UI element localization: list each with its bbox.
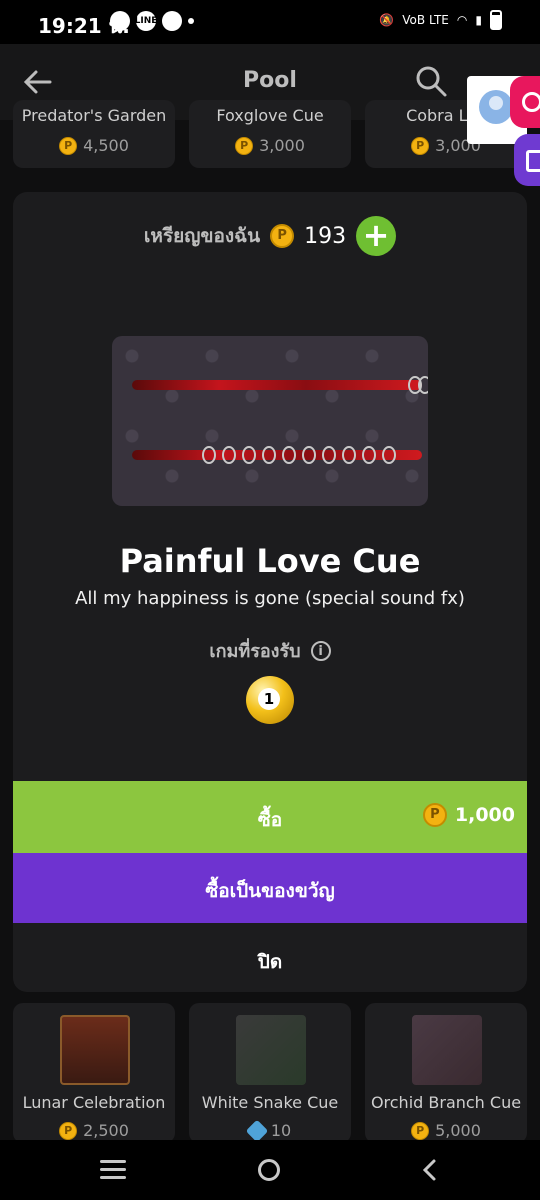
item-title: Painful Love Cue <box>119 542 421 580</box>
buy-price: P 1,000 <box>422 803 515 827</box>
cue-ring <box>322 446 336 464</box>
signal-icon: ▮ <box>475 13 482 27</box>
shop-item-card[interactable]: Orchid Branch Cue P 5,000 <box>365 1003 527 1143</box>
wifi-icon: ◠ <box>456 13 468 27</box>
shop-item-name: Lunar Celebration <box>22 1093 166 1112</box>
buy-as-gift-button[interactable]: ซื้อเป็นของขวัญ <box>13 853 527 923</box>
add-coins-button[interactable]: + <box>356 216 397 256</box>
mute-icon: 🔕 <box>379 13 395 27</box>
cue-ring <box>282 446 296 464</box>
line-icon: LINE <box>135 11 157 31</box>
buy-price-value: 1,000 <box>454 804 515 826</box>
shop-item-name: Foxglove Cue <box>216 106 324 125</box>
item-description: All my happiness is gone (special sound … <box>75 588 465 609</box>
floating-add-button[interactable] <box>510 76 540 128</box>
cue-shaft-top <box>132 380 422 390</box>
buy-button[interactable]: ซื้อ P 1,000 <box>13 781 527 853</box>
supported-games-row: เกมที่รองรับ i <box>13 636 527 665</box>
my-coins-label: เหรียญของฉัน <box>143 225 261 247</box>
cue-ring <box>362 446 376 464</box>
home-icon[interactable] <box>258 1159 280 1181</box>
system-indicators: 🔕 VoB LTE ◠ ▮ <box>379 10 502 30</box>
item-thumbnail <box>60 1015 130 1085</box>
shop-item-name: Predator's Garden <box>21 106 167 125</box>
supported-games-label: เกมที่รองรับ <box>209 641 301 662</box>
floating-chat-button[interactable] <box>514 134 540 186</box>
system-nav-bar <box>0 1140 540 1200</box>
buy-as-gift-label: ซื้อเป็นของขวัญ <box>205 880 335 902</box>
my-coins-row: เหรียญของฉัน P 193 + <box>13 216 527 256</box>
coin-icon: P <box>411 1121 430 1140</box>
battery-icon <box>490 10 502 30</box>
coin-icon: P <box>59 1121 78 1140</box>
item-thumbnail <box>236 1015 306 1085</box>
pool-ball-icon <box>246 676 294 724</box>
cue-ring <box>202 446 216 464</box>
avatar <box>479 90 513 124</box>
gem-icon <box>245 1119 269 1142</box>
notification-icons: LINE <box>110 11 194 31</box>
cue-ring <box>262 446 276 464</box>
coin-icon: P <box>411 136 430 155</box>
shop-item-price: 10 <box>189 1119 351 1142</box>
shop-item-price: P 4,500 <box>13 136 175 155</box>
close-button-label: ปิด <box>257 951 283 973</box>
shop-item-price: P 2,500 <box>13 1121 175 1140</box>
info-icon[interactable]: i <box>310 640 331 661</box>
cue-ring <box>242 446 256 464</box>
shop-item-name: White Snake Cue <box>201 1093 339 1112</box>
cue-ring <box>302 446 316 464</box>
shop-item-price: P 5,000 <box>365 1121 527 1140</box>
shop-item-card[interactable]: Foxglove Cue P 3,000 <box>189 100 351 168</box>
coin-icon: P <box>235 136 254 155</box>
cue-ring <box>382 446 396 464</box>
shop-item-price: P 3,000 <box>189 136 351 155</box>
shop-item-card[interactable]: Lunar Celebration P 2,500 <box>13 1003 175 1143</box>
status-bar: 19:21 น. LINE 🔕 VoB LTE ◠ ▮ <box>0 0 540 44</box>
item-thumbnail <box>412 1015 482 1085</box>
coin-icon: P <box>59 136 78 155</box>
coin-icon: P <box>422 803 447 827</box>
item-preview-image <box>112 336 428 506</box>
shop-item-card[interactable]: Predator's Garden P 4,500 <box>13 100 175 168</box>
message-icon <box>110 11 130 31</box>
shop-item-name: Orchid Branch Cue <box>370 1093 522 1112</box>
close-button[interactable]: ปิด <box>13 923 527 992</box>
page-title: Pool <box>243 68 297 93</box>
my-coins-value: 193 <box>304 223 347 249</box>
cue-shaft-bottom <box>132 450 422 460</box>
item-preview-pattern <box>112 336 428 506</box>
cue-ring <box>342 446 356 464</box>
speed-icon <box>162 11 182 31</box>
cue-ring <box>418 376 428 394</box>
shop-item-card[interactable]: White Snake Cue 10 <box>189 1003 351 1143</box>
more-notifications-icon <box>188 18 194 24</box>
network-label: VoB LTE <box>402 13 449 27</box>
recent-apps-icon[interactable] <box>100 1160 126 1180</box>
nav-back-icon[interactable] <box>418 1158 442 1182</box>
purchase-dialog: เหรียญของฉัน P 193 + Painful Love Cue Al… <box>13 192 527 992</box>
coin-icon: P <box>270 224 295 248</box>
cue-ring <box>222 446 236 464</box>
search-icon[interactable] <box>414 64 448 98</box>
